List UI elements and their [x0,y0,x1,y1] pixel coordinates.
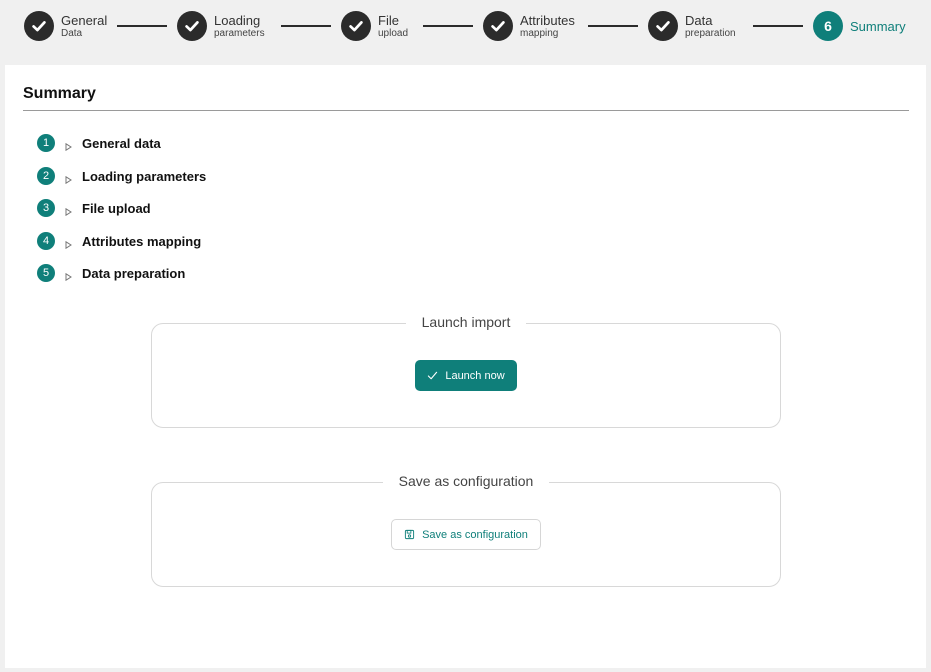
check-icon [341,11,371,41]
step-title: Loading [214,12,261,28]
page-title: Summary [23,85,96,102]
group-legend-wrapper: Launch import [152,314,780,332]
step-title: General [61,12,108,28]
step-connector [588,25,638,27]
step-number-badge: 1 [37,134,55,152]
step-connector [753,25,803,27]
step-attributes-mapping[interactable]: Attributes mapping [483,11,575,41]
save-configuration-group: Save as configuration Save as configurat… [151,473,781,587]
caret-right-icon[interactable] [63,175,73,185]
step-summary[interactable]: 6 Summary [813,11,906,41]
launch-import-group: Launch import Launch now [151,314,781,428]
step-data-preparation[interactable]: Data preparation [648,11,736,41]
step-subtitle: mapping [520,27,559,39]
group-legend: Save as configuration [382,473,550,489]
step-number-badge: 3 [37,199,55,217]
divider [23,110,909,111]
stepper: General Data Loading parameters File upl… [0,0,931,54]
check-icon [428,371,438,380]
step-general-data[interactable]: General Data [24,11,107,41]
step-number-badge: 4 [37,232,55,250]
summary-item-label: Data preparation [82,265,186,281]
step-subtitle: upload [378,27,409,39]
step-number-badge: 2 [37,167,55,185]
summary-item-loading-parameters[interactable]: 2 Loading parameters [37,167,337,185]
summary-item-label: General data [82,135,161,151]
summary-item-file-upload[interactable]: 3 File upload [37,199,337,217]
summary-item-label: Loading parameters [82,168,207,184]
group-legend-wrapper: Save as configuration [152,473,780,491]
caret-right-icon[interactable] [63,207,73,217]
step-subtitle: preparation [685,27,736,39]
summary-item-label: File upload [82,200,151,216]
launch-now-button[interactable]: Launch now [415,360,517,391]
step-file-upload[interactable]: File upload [341,11,408,41]
caret-right-icon[interactable] [63,272,73,282]
summary-item-label: Attributes mapping [82,233,202,249]
group-legend: Launch import [405,314,527,330]
step-loading-parameters[interactable]: Loading parameters [177,11,265,41]
check-icon [24,11,54,41]
summary-item-data-preparation[interactable]: 5 Data preparation [37,264,337,282]
save-as-configuration-label: Save as configuration [422,528,528,541]
launch-now-label: Launch now [445,369,505,382]
caret-right-icon[interactable] [63,240,73,250]
save-as-configuration-button[interactable]: Save as configuration [391,519,541,550]
save-icon [405,529,415,540]
step-subtitle: Data [61,27,83,39]
step-number-badge: 5 [37,264,55,282]
check-icon [483,11,513,41]
step-title: Summary [850,18,906,34]
step-subtitle: parameters [214,27,265,39]
step-title: Attributes [520,12,575,28]
summary-item-attributes-mapping[interactable]: 4 Attributes mapping [37,232,337,250]
caret-right-icon[interactable] [63,142,73,152]
step-title: File [378,12,399,28]
check-icon [648,11,678,41]
step-title: Data [685,12,713,28]
step-connector [423,25,473,27]
step-number-badge: 6 [813,11,843,41]
step-connector [281,25,331,27]
summary-item-general-data[interactable]: 1 General data [37,134,337,152]
summary-panel: Summary 1 General data 2 Loading paramet… [5,65,926,668]
check-icon [177,11,207,41]
step-connector [117,25,167,27]
